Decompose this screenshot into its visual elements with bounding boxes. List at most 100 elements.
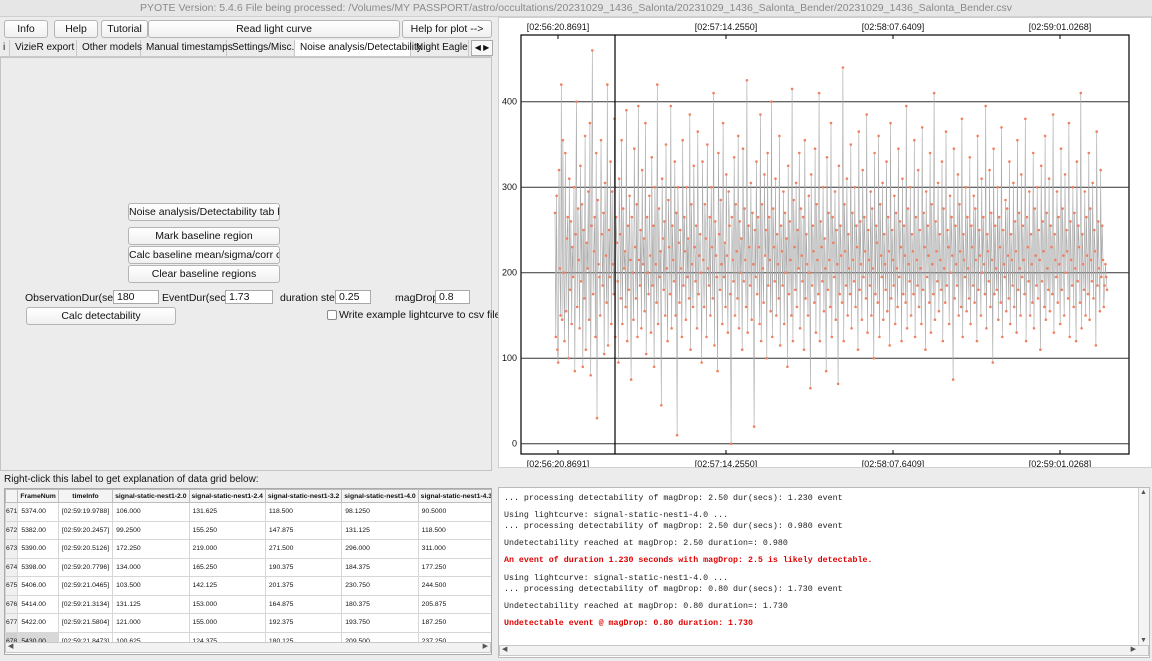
tab-manual-timestamps[interactable]: Manual timestamps (141, 40, 233, 56)
event-duration-input[interactable]: 1.73 (225, 290, 273, 304)
table-cell[interactable]: 134.000 (112, 557, 190, 577)
table-cell[interactable]: [02:59:21.3134] (57, 594, 114, 614)
scroll-down-icon[interactable]: ▼ (1140, 637, 1147, 644)
table-cell[interactable]: 180.375 (341, 594, 419, 614)
tab-vizier-export[interactable]: VizieR export (10, 40, 77, 56)
data-grid[interactable]: FrameNum timeInfo signal-static-nest1-2.0 s… (4, 488, 492, 655)
tab-scroll-arrows[interactable]: ◀ ▶ (471, 40, 493, 56)
table-cell[interactable]: [02:59:20.5126] (57, 539, 114, 559)
column-header[interactable]: signal-static-nest1-3.2 (264, 489, 343, 503)
table-cell[interactable]: [02:59:20.2457] (57, 520, 114, 540)
table-cell[interactable]: 90.5000 (417, 502, 491, 522)
table-cell[interactable]: 118.500 (264, 502, 343, 522)
row-number[interactable]: 673 (5, 539, 19, 559)
table-cell[interactable]: 5414.00 (17, 594, 59, 614)
table-row[interactable]: 674 5398.00 [02:59:20.7796] 134.000 165.250 1… (5, 557, 491, 577)
info-button[interactable]: Info (4, 20, 48, 38)
table-cell[interactable]: 5398.00 (17, 557, 59, 577)
table-cell[interactable]: 5374.00 (17, 502, 59, 522)
table-cell[interactable]: 103.500 (112, 576, 190, 596)
row-number[interactable]: 672 (5, 520, 19, 540)
table-cell[interactable]: 155.250 (188, 520, 266, 540)
table-cell[interactable]: 5382.00 (17, 520, 59, 540)
table-cell[interactable]: 244.500 (417, 576, 491, 596)
log-horizontal-scrollbar[interactable]: ◀ ▶ (499, 645, 1149, 656)
table-cell[interactable]: 142.125 (188, 576, 266, 596)
table-cell[interactable]: 5422.00 (17, 613, 59, 633)
observation-duration-input[interactable]: 180 (113, 290, 159, 304)
grid-horizontal-scrollbar[interactable]: ◀ ▶ (5, 642, 491, 653)
column-header[interactable]: signal-static-nest1-2.4 (188, 489, 266, 503)
tab-other-models[interactable]: Other models (77, 40, 142, 56)
table-cell[interactable]: 5406.00 (17, 576, 59, 596)
calc-detectability-button[interactable]: Calc detectability (26, 307, 176, 325)
table-row[interactable]: 677 5422.00 [02:59:21.5804] 121.000 155.000 1… (5, 613, 491, 633)
table-cell[interactable]: 219.000 (188, 539, 266, 559)
tab-night-eagle[interactable]: Night Eagle 3 (411, 40, 476, 56)
table-row[interactable]: 671 5374.00 [02:59:19.9788] 106.000 131.625 1… (5, 502, 491, 522)
table-cell[interactable]: 165.250 (188, 557, 266, 577)
tab-noise-analysis[interactable]: Noise analysis/Detectability (295, 40, 422, 56)
scroll-up-icon[interactable]: ▲ (1140, 489, 1147, 496)
scroll-right-icon[interactable]: ▶ (483, 642, 488, 650)
column-header[interactable]: timeInfo (57, 489, 114, 503)
table-cell[interactable]: 172.250 (112, 539, 190, 559)
table-row[interactable]: 673 5390.00 [02:59:20.5126] 172.250 219.000 2… (5, 539, 491, 559)
table-row[interactable]: 676 5414.00 [02:59:21.3134] 131.125 153.000 1… (5, 594, 491, 614)
log-scroll-left-icon[interactable]: ◀ (502, 645, 507, 653)
light-curve-svg[interactable]: 0 100 200 300 400 [02:56:20.8691] [02:57:14.25… (499, 18, 1151, 467)
read-light-curve-button[interactable]: Read light curve (148, 20, 400, 38)
table-cell[interactable]: 201.375 (264, 576, 343, 596)
row-number[interactable]: 674 (5, 557, 19, 577)
table-cell[interactable]: 192.375 (264, 613, 343, 633)
write-example-checkbox[interactable] (327, 310, 337, 320)
table-cell[interactable]: 205.875 (417, 594, 491, 614)
duration-step-input[interactable]: 0.25 (335, 290, 371, 304)
mark-baseline-button[interactable]: Mark baseline region (128, 227, 280, 245)
noise-tab-help-button[interactable]: Noise analysis/Detectability tab help (128, 203, 280, 221)
log-scroll-right-icon[interactable]: ▶ (1131, 645, 1136, 653)
table-cell[interactable]: 153.000 (188, 594, 266, 614)
table-cell[interactable]: 164.875 (264, 594, 343, 614)
tab-settings-misc[interactable]: Settings/Misc. (227, 40, 295, 56)
calc-baseline-button[interactable]: Calc baseline mean/sigma/corr coeffs (128, 246, 280, 264)
table-cell[interactable]: 99.2500 (112, 520, 190, 540)
table-cell[interactable]: 131.625 (188, 502, 266, 522)
column-header[interactable]: signal-static-nest1-4.0 (341, 489, 419, 503)
row-number[interactable]: 675 (5, 576, 19, 596)
table-cell[interactable]: [02:59:21.0465] (57, 576, 114, 596)
row-number[interactable]: 671 (5, 502, 19, 522)
table-cell[interactable]: 187.250 (417, 613, 491, 633)
table-cell[interactable]: 230.750 (341, 576, 419, 596)
table-cell[interactable]: 311.000 (417, 539, 491, 559)
table-cell[interactable]: 98.1250 (341, 502, 419, 522)
log-vertical-scrollbar[interactable]: ▲ ▼ (1138, 488, 1149, 645)
grid-hint-label[interactable]: Right-click this label to get explanatio… (4, 474, 259, 485)
table-cell[interactable]: 5390.00 (17, 539, 59, 559)
column-header[interactable]: signal-static-nest1-2.0 (112, 489, 190, 503)
table-cell[interactable]: 147.875 (264, 520, 343, 540)
table-cell[interactable]: 155.000 (188, 613, 266, 633)
table-cell[interactable]: 271.500 (264, 539, 343, 559)
column-header[interactable]: FrameNum (17, 489, 59, 503)
row-number[interactable]: 677 (5, 613, 19, 633)
help-for-plot-button[interactable]: Help for plot --> (402, 20, 492, 38)
table-cell[interactable]: 118.500 (417, 520, 491, 540)
table-cell[interactable]: 296.000 (341, 539, 419, 559)
table-cell[interactable]: 106.000 (112, 502, 190, 522)
table-cell[interactable]: [02:59:21.5804] (57, 613, 114, 633)
table-cell[interactable]: 193.750 (341, 613, 419, 633)
table-cell[interactable]: 131.125 (112, 594, 190, 614)
table-cell[interactable]: [02:59:19.9788] (57, 502, 114, 522)
column-header[interactable]: signal-static-nest1-4.3 (417, 489, 491, 503)
table-cell[interactable]: 177.250 (417, 557, 491, 577)
table-cell[interactable]: [02:59:20.7796] (57, 557, 114, 577)
table-cell[interactable]: 184.375 (341, 557, 419, 577)
table-row[interactable]: 672 5382.00 [02:59:20.2457] 99.2500 155.250 1… (5, 520, 491, 540)
tutorial-button[interactable]: Tutorial (101, 20, 148, 38)
table-cell[interactable]: 190.375 (264, 557, 343, 577)
help-button[interactable]: Help (54, 20, 98, 38)
table-cell[interactable]: 131.125 (341, 520, 419, 540)
log-output[interactable]: ▲ ▼ ◀ ▶ ... processing detectability of … (498, 487, 1150, 658)
magdrop-input[interactable]: 0.8 (435, 290, 470, 304)
